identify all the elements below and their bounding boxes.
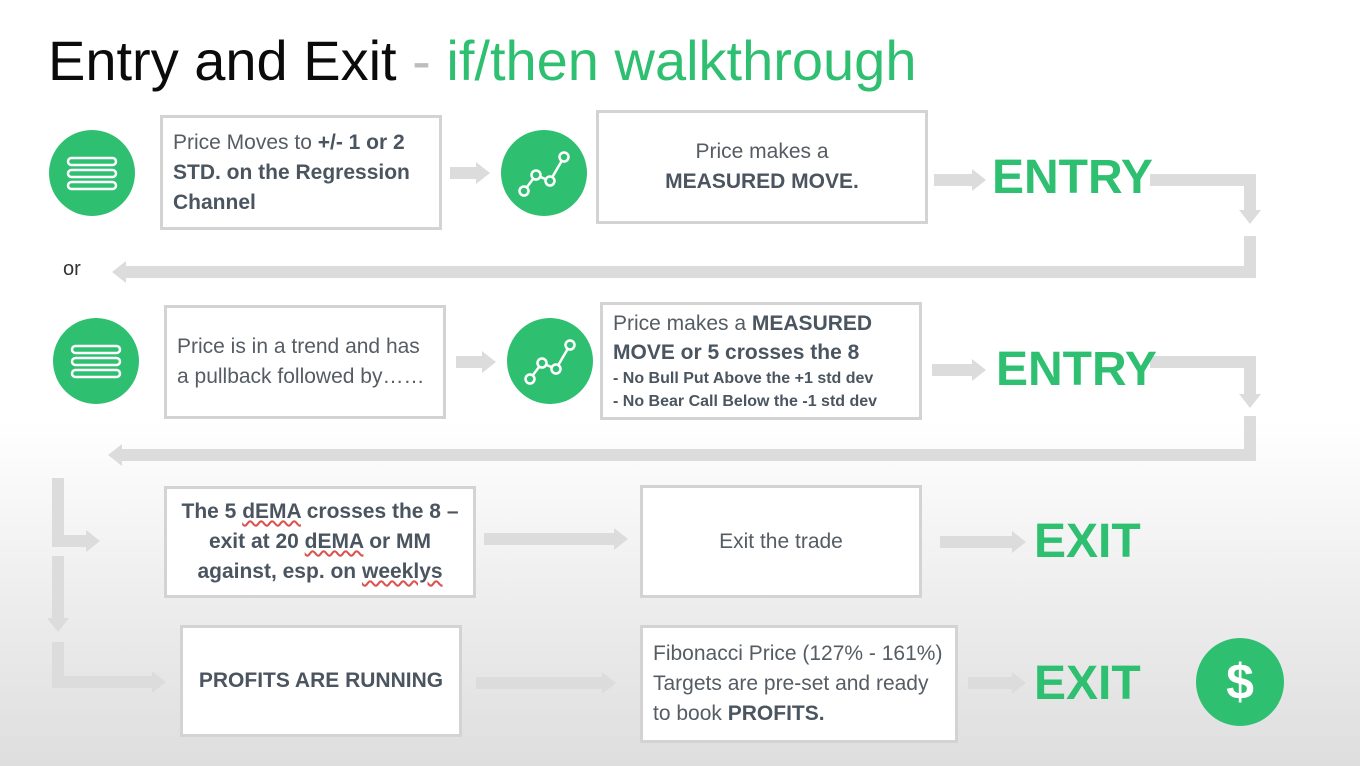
dema-cross-box: The 5 dEMA crosses the 8 – exit at 20 dE… — [164, 486, 476, 598]
arrow-r2-b — [932, 359, 986, 381]
title-main: Entry and Exit — [48, 29, 397, 92]
arrow-r4-b — [968, 672, 1026, 694]
condition-text-std: Price Moves to +/- 1 or 2 STD. on the Re… — [173, 130, 410, 214]
list-icon — [53, 318, 139, 404]
svg-text:$: $ — [1226, 654, 1254, 710]
fibonacci-targets-box: Fibonacci Price (127% - 161%) Targets ar… — [640, 625, 958, 743]
exit-trade-box: Exit the trade — [640, 485, 922, 598]
arrow-r1-a — [450, 162, 490, 184]
line-chart-icon — [501, 130, 587, 216]
slide-title: Entry and Exit - if/then walkthrough — [48, 22, 916, 100]
measured-move-line2: MEASURED MOVE. — [665, 170, 859, 193]
arrow-r3-a — [484, 528, 628, 550]
exit-label-1: EXIT — [1034, 515, 1141, 568]
note-bull-put: - No Bull Put Above the +1 std dev — [613, 370, 874, 387]
arrow-branch-exit — [52, 478, 100, 552]
line-chart-icon — [507, 318, 593, 404]
dollar-icon: $ — [1196, 638, 1284, 726]
condition-box-std: Price Moves to +/- 1 or 2 STD. on the Re… — [160, 115, 442, 230]
fibonacci-targets-text: Fibonacci Price (127% - 161%) Targets ar… — [653, 642, 943, 725]
measured-move-line1: Price makes a — [695, 140, 829, 163]
arrow-r1-b — [934, 169, 986, 191]
arrow-branch-down — [47, 556, 69, 632]
arrow-r2-down — [1150, 356, 1261, 408]
condition-text-trend: Price is in a trend and has a pullback f… — [177, 335, 425, 388]
arrow-r2-a — [456, 351, 496, 373]
or-label: or — [63, 258, 81, 280]
arrow-r1-return — [112, 236, 1256, 283]
arrow-r2-return — [108, 416, 1256, 466]
note-bear-call: - No Bear Call Below the -1 std dev — [613, 393, 878, 410]
profits-running-text: PROFITS ARE RUNNING — [198, 669, 444, 692]
dema-cross-text: The 5 dEMA crosses the 8 – exit at 20 dE… — [181, 500, 459, 583]
entry-label-1: ENTRY — [992, 151, 1153, 204]
profits-running-box: PROFITS ARE RUNNING — [180, 625, 462, 737]
condition-box-trend: Price is in a trend and has a pullback f… — [164, 305, 446, 419]
arrow-r4-a — [476, 672, 616, 694]
arrow-r1-down — [1150, 174, 1261, 224]
arrow-r3-b — [940, 531, 1026, 553]
title-subtitle: if/then walkthrough — [446, 29, 917, 92]
measured-move-cross-text: Price makes a MEASURED MOVE or 5 crosses… — [613, 312, 873, 364]
exit-trade-text: Exit the trade — [719, 529, 843, 553]
arrow-branch-profits — [52, 642, 166, 693]
slide: Entry and Exit - if/then walkthrough Pri… — [0, 0, 1360, 766]
measured-move-cross-box: Price makes a MEASURED MOVE or 5 crosses… — [600, 302, 922, 420]
exit-label-2: EXIT — [1034, 657, 1141, 710]
entry-label-2: ENTRY — [996, 343, 1157, 396]
measured-move-box: Price makes a MEASURED MOVE. — [596, 110, 928, 224]
title-separator: - — [412, 29, 431, 92]
list-icon — [49, 130, 135, 216]
